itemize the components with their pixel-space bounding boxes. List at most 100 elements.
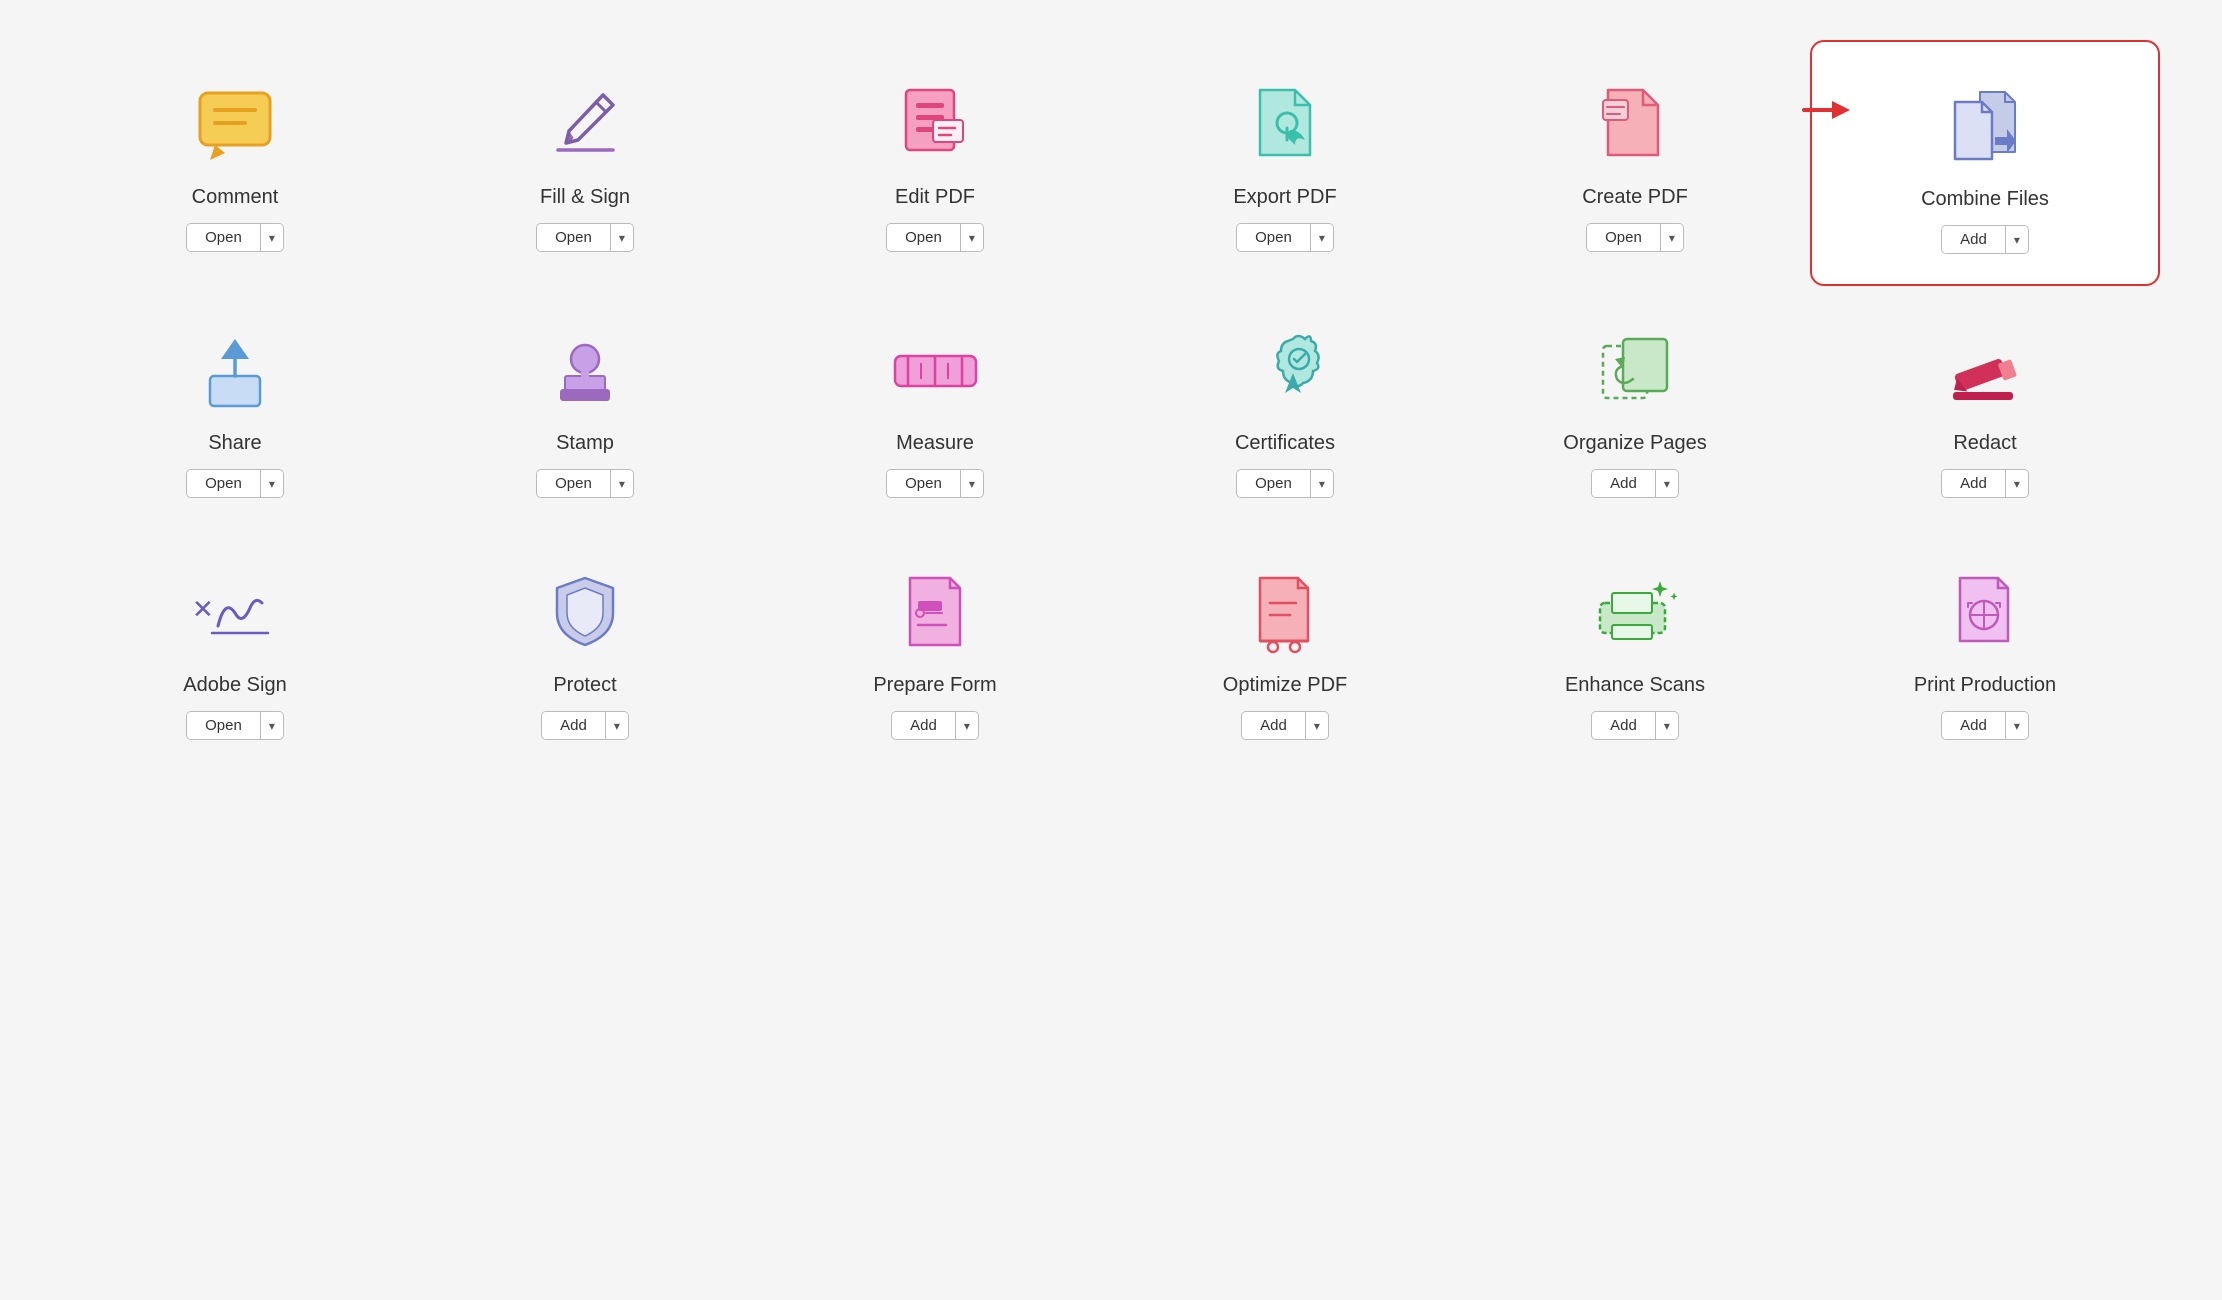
fill-sign-dropdown-btn[interactable]: ▾: [611, 224, 633, 251]
certificates-dropdown-btn[interactable]: ▾: [1311, 470, 1333, 497]
tools-grid: Comment Open ▾ Fill & Sign Open ▾: [60, 40, 2160, 770]
share-icon: [190, 326, 280, 416]
redact-btn-group: Add ▾: [1941, 469, 2029, 498]
tool-create-pdf: Create PDF Open ▾: [1460, 40, 1810, 286]
edit-pdf-open-btn[interactable]: Open: [887, 224, 961, 251]
export-pdf-open-btn[interactable]: Open: [1237, 224, 1311, 251]
print-production-dropdown-btn[interactable]: ▾: [2006, 712, 2028, 739]
tool-print-production: Print Production Add ▾: [1810, 528, 2160, 770]
fill-sign-btn-group: Open ▾: [536, 223, 634, 252]
export-pdf-dropdown-btn[interactable]: ▾: [1311, 224, 1333, 251]
tool-certificates: Certificates Open ▾: [1110, 286, 1460, 528]
protect-icon: [540, 568, 630, 658]
comment-label: Comment: [192, 186, 279, 209]
certificates-icon: [1240, 326, 1330, 416]
comment-icon: [190, 80, 280, 170]
optimize-pdf-add-btn[interactable]: Add: [1242, 712, 1306, 739]
tool-protect: Protect Add ▾: [410, 528, 760, 770]
protect-add-btn[interactable]: Add: [542, 712, 606, 739]
stamp-open-btn[interactable]: Open: [537, 470, 611, 497]
print-production-icon: [1940, 568, 2030, 658]
measure-open-btn[interactable]: Open: [887, 470, 961, 497]
share-btn-group: Open ▾: [186, 469, 284, 498]
tool-fill-sign: Fill & Sign Open ▾: [410, 40, 760, 286]
create-pdf-icon: [1590, 80, 1680, 170]
prepare-form-add-btn[interactable]: Add: [892, 712, 956, 739]
print-production-label: Print Production: [1914, 674, 2056, 697]
tool-combine-files: Combine Files Add ▾: [1810, 40, 2160, 286]
prepare-form-label: Prepare Form: [873, 674, 996, 697]
adobe-sign-btn-group: Open ▾: [186, 711, 284, 740]
print-production-add-btn[interactable]: Add: [1942, 712, 2006, 739]
fill-sign-icon: [540, 80, 630, 170]
protect-dropdown-btn[interactable]: ▾: [606, 712, 628, 739]
share-open-btn[interactable]: Open: [187, 470, 261, 497]
prepare-form-icon: [890, 568, 980, 658]
create-pdf-dropdown-btn[interactable]: ▾: [1661, 224, 1683, 251]
organize-pages-add-btn[interactable]: Add: [1592, 470, 1656, 497]
prepare-form-dropdown-btn[interactable]: ▾: [956, 712, 978, 739]
create-pdf-btn-group: Open ▾: [1586, 223, 1684, 252]
measure-dropdown-btn[interactable]: ▾: [961, 470, 983, 497]
certificates-open-btn[interactable]: Open: [1237, 470, 1311, 497]
enhance-scans-dropdown-btn[interactable]: ▾: [1656, 712, 1678, 739]
optimize-pdf-label: Optimize PDF: [1223, 674, 1347, 697]
measure-icon: [890, 326, 980, 416]
export-pdf-label: Export PDF: [1233, 186, 1336, 209]
enhance-scans-icon: [1590, 568, 1680, 658]
tool-organize-pages: Organize Pages Add ▾: [1460, 286, 1810, 528]
stamp-label: Stamp: [556, 432, 614, 455]
optimize-pdf-dropdown-btn[interactable]: ▾: [1306, 712, 1328, 739]
tool-prepare-form: Prepare Form Add ▾: [760, 528, 1110, 770]
tool-adobe-sign: ✕ Adobe Sign Open ▾: [60, 528, 410, 770]
share-dropdown-btn[interactable]: ▾: [261, 470, 283, 497]
edit-pdf-label: Edit PDF: [895, 186, 975, 209]
enhance-scans-add-btn[interactable]: Add: [1592, 712, 1656, 739]
stamp-dropdown-btn[interactable]: ▾: [611, 470, 633, 497]
fill-sign-label: Fill & Sign: [540, 186, 630, 209]
protect-btn-group: Add ▾: [541, 711, 629, 740]
svg-text:✕: ✕: [192, 594, 214, 624]
tool-stamp: Stamp Open ▾: [410, 286, 760, 528]
adobe-sign-open-btn[interactable]: Open: [187, 712, 261, 739]
tool-measure: Measure Open ▾: [760, 286, 1110, 528]
organize-pages-label: Organize Pages: [1563, 432, 1706, 455]
measure-btn-group: Open ▾: [886, 469, 984, 498]
combine-files-add-btn[interactable]: Add: [1942, 226, 2006, 253]
tool-share: Share Open ▾: [60, 286, 410, 528]
redact-dropdown-btn[interactable]: ▾: [2006, 470, 2028, 497]
tool-comment: Comment Open ▾: [60, 40, 410, 286]
adobe-sign-icon: ✕: [190, 568, 280, 658]
redact-icon: [1940, 326, 2030, 416]
share-label: Share: [208, 432, 261, 455]
comment-dropdown-btn[interactable]: ▾: [261, 224, 283, 251]
create-pdf-open-btn[interactable]: Open: [1587, 224, 1661, 251]
adobe-sign-dropdown-btn[interactable]: ▾: [261, 712, 283, 739]
tool-export-pdf: Export PDF Open ▾: [1110, 40, 1460, 286]
tool-optimize-pdf: Optimize PDF Add ▾: [1110, 528, 1460, 770]
organize-pages-btn-group: Add ▾: [1591, 469, 1679, 498]
redact-add-btn[interactable]: Add: [1942, 470, 2006, 497]
organize-pages-dropdown-btn[interactable]: ▾: [1656, 470, 1678, 497]
measure-label: Measure: [896, 432, 974, 455]
organize-pages-icon: [1590, 326, 1680, 416]
edit-pdf-dropdown-btn[interactable]: ▾: [961, 224, 983, 251]
print-production-btn-group: Add ▾: [1941, 711, 2029, 740]
fill-sign-open-btn[interactable]: Open: [537, 224, 611, 251]
enhance-scans-btn-group: Add ▾: [1591, 711, 1679, 740]
export-pdf-btn-group: Open ▾: [1236, 223, 1334, 252]
comment-open-btn[interactable]: Open: [187, 224, 261, 251]
combine-files-icon: [1940, 82, 2030, 172]
arrow-to-combine: [1802, 95, 1852, 130]
edit-pdf-icon: [890, 80, 980, 170]
adobe-sign-label: Adobe Sign: [183, 674, 286, 697]
tool-edit-pdf: Edit PDF Open ▾: [760, 40, 1110, 286]
combine-files-dropdown-btn[interactable]: ▾: [2006, 226, 2028, 253]
prepare-form-btn-group: Add ▾: [891, 711, 979, 740]
enhance-scans-label: Enhance Scans: [1565, 674, 1705, 697]
protect-label: Protect: [553, 674, 616, 697]
redact-label: Redact: [1953, 432, 2016, 455]
export-pdf-icon: [1240, 80, 1330, 170]
edit-pdf-btn-group: Open ▾: [886, 223, 984, 252]
create-pdf-label: Create PDF: [1582, 186, 1688, 209]
